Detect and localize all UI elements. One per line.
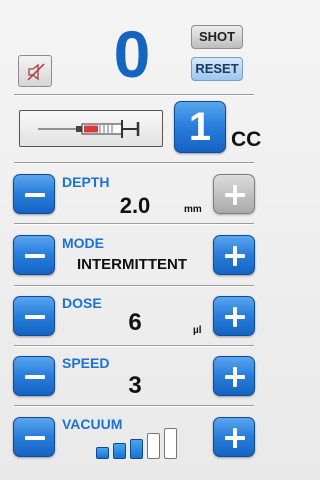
- dose-value: 6: [128, 309, 142, 336]
- dose-decrease-button[interactable]: [13, 296, 55, 336]
- depth-increase-button[interactable]: [213, 174, 255, 214]
- vacuum-level-bar: [147, 433, 160, 459]
- reset-button[interactable]: RESET: [191, 57, 243, 81]
- mute-button[interactable]: [18, 55, 52, 87]
- speed-decrease-button[interactable]: [13, 356, 55, 396]
- speaker-muted-icon: [27, 63, 45, 81]
- vacuum-level-bar: [130, 439, 143, 459]
- mode-decrease-button[interactable]: [13, 235, 55, 275]
- minus-icon: [25, 315, 45, 319]
- dose-label: DOSE: [62, 295, 102, 311]
- vacuum-decrease-button[interactable]: [13, 417, 55, 457]
- shot-counter: 0: [113, 17, 151, 91]
- dose-increase-button[interactable]: [213, 296, 255, 336]
- vacuum-increase-button[interactable]: [213, 417, 255, 457]
- minus-icon: [25, 436, 45, 440]
- syringe-size-unit: CC: [231, 128, 262, 151]
- speed-label: SPEED: [62, 355, 110, 371]
- syringe-selector[interactable]: [19, 110, 163, 147]
- syringe-icon: [38, 120, 140, 138]
- mode-increase-button[interactable]: [213, 235, 255, 275]
- speed-increase-button[interactable]: [213, 356, 255, 396]
- minus-icon: [25, 254, 45, 258]
- vacuum-level-bar: [164, 428, 177, 459]
- vacuum-level-meter: [96, 428, 180, 459]
- vacuum-level-bar: [113, 443, 126, 459]
- minus-icon: [25, 193, 45, 197]
- depth-label: DEPTH: [62, 174, 110, 190]
- depth-decrease-button[interactable]: [13, 174, 55, 214]
- mode-label: MODE: [62, 235, 104, 251]
- speed-value: 3: [128, 372, 142, 399]
- mode-value: INTERMITTENT: [77, 256, 187, 273]
- minus-icon: [25, 375, 45, 379]
- depth-unit: mm: [184, 204, 202, 215]
- depth-value: 2.0: [119, 193, 151, 218]
- syringe-size-button[interactable]: 1: [174, 101, 226, 153]
- vacuum-level-bar: [96, 447, 109, 459]
- dose-unit: µl: [193, 325, 202, 336]
- shot-button[interactable]: SHOT: [191, 25, 243, 49]
